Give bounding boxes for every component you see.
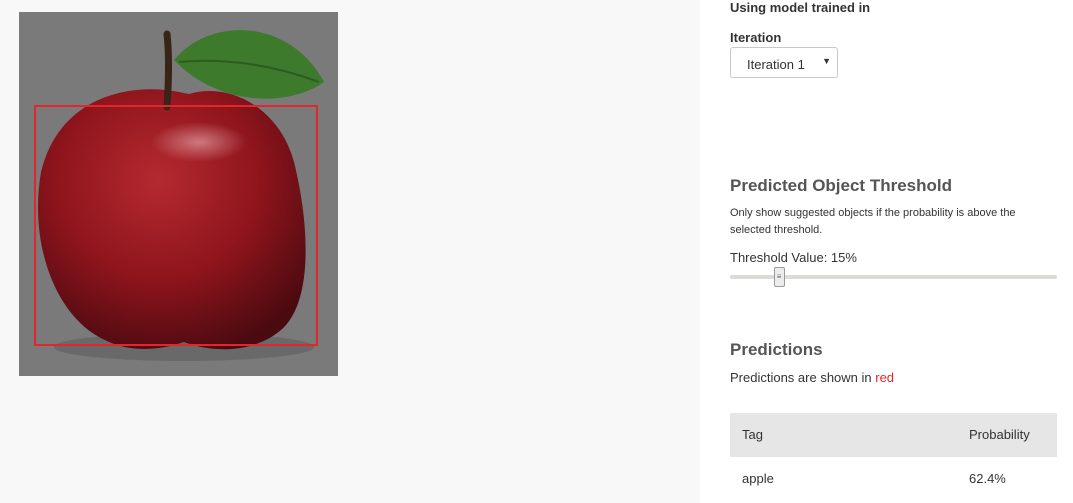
predictions-table: Tag Probability apple 62.4% [730,413,1057,501]
prediction-bounding-box[interactable] [34,105,318,346]
iteration-select-value: Iteration 1 [747,57,805,72]
table-row[interactable]: apple 62.4% [730,457,1057,501]
prediction-image [19,12,338,376]
predictions-note-color: red [875,370,895,385]
predictions-note-text: Predictions are shown in [730,370,876,385]
predictions-note: Predictions are shown in red [730,370,894,385]
predictions-heading: Predictions [730,340,823,359]
threshold-value-label: Threshold Value: 15% [730,250,857,265]
iteration-label: Iteration [730,30,782,45]
column-header-probability: Probability [969,427,1030,442]
app-window: Using model trained in Iteration Iterati… [0,0,1073,503]
table-header: Tag Probability [730,413,1057,457]
model-label: Using model trained in [730,0,871,15]
threshold-description: Only show suggested objects if the proba… [730,207,1016,236]
chevron-down-icon: ▼ [822,56,831,66]
row-probability: 62.4% [969,471,1006,486]
threshold-slider-handle[interactable]: ≡ [773,267,785,287]
image-pane [0,0,700,503]
iteration-select[interactable]: Iteration 1 ▼ [730,47,838,78]
threshold-heading: Predicted Object Threshold [730,176,952,195]
row-tag: apple [742,471,774,486]
settings-sidebar: Using model trained in Iteration Iterati… [700,0,1073,503]
column-header-tag: Tag [742,427,763,442]
